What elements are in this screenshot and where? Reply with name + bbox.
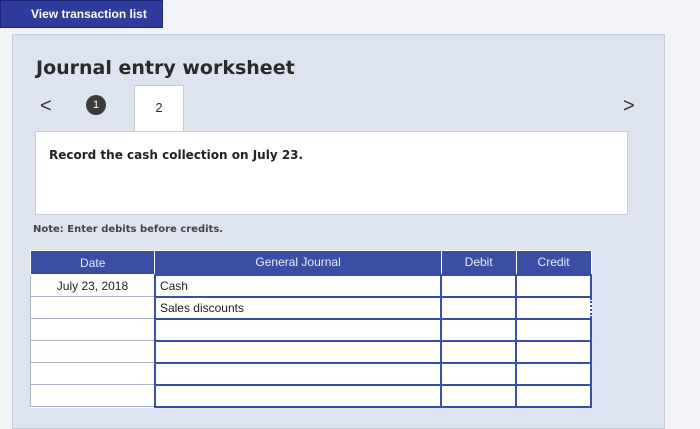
- debit-input[interactable]: [440, 361, 518, 386]
- header-general-journal: General Journal: [154, 250, 442, 275]
- table-row: [29, 339, 592, 364]
- account-cell[interactable]: Sales discounts: [153, 295, 443, 320]
- header-debit: Debit: [440, 250, 517, 275]
- account-cell[interactable]: Cash: [153, 273, 443, 298]
- date-cell[interactable]: [29, 296, 156, 319]
- account-cell[interactable]: [153, 317, 443, 342]
- step-1-button[interactable]: 1: [86, 95, 106, 115]
- table-row: [29, 317, 592, 342]
- table-row: July 23, 2018 Cash: [29, 273, 592, 298]
- account-cell[interactable]: [153, 383, 443, 408]
- debit-input[interactable]: [440, 273, 518, 298]
- credit-input[interactable]: [515, 361, 592, 386]
- view-transaction-list-button[interactable]: View transaction list: [0, 0, 163, 28]
- date-cell[interactable]: [29, 362, 156, 385]
- date-cell[interactable]: [29, 318, 156, 341]
- credit-input[interactable]: [515, 339, 592, 364]
- chevron-right-icon[interactable]: >: [623, 95, 635, 118]
- date-cell[interactable]: [29, 340, 156, 363]
- debit-input[interactable]: [440, 295, 518, 320]
- worksheet-panel: Journal entry worksheet < 1 2 > Record t…: [12, 34, 665, 429]
- account-cell[interactable]: [153, 339, 443, 364]
- debit-input[interactable]: [440, 339, 518, 364]
- date-cell[interactable]: [29, 384, 156, 407]
- credit-input[interactable]: [515, 295, 592, 320]
- table-row: [29, 361, 592, 386]
- prompt-text: Record the cash collection on July 23.: [49, 148, 304, 162]
- journal-table: Date General Journal Debit Credit July 2…: [29, 250, 592, 408]
- credit-input[interactable]: [515, 273, 592, 298]
- account-cell[interactable]: [153, 361, 443, 386]
- chevron-left-icon[interactable]: <: [40, 95, 52, 118]
- debit-input[interactable]: [440, 383, 518, 408]
- note-text: Note: Enter debits before credits.: [33, 224, 224, 235]
- credit-input[interactable]: [515, 383, 592, 408]
- date-cell[interactable]: July 23, 2018: [29, 274, 156, 297]
- prompt-box: Record the cash collection on July 23.: [35, 131, 628, 215]
- table-row: [29, 383, 592, 408]
- header-credit: Credit: [515, 250, 592, 275]
- table-header-row: Date General Journal Debit Credit: [29, 250, 592, 275]
- credit-input[interactable]: [515, 317, 592, 342]
- header-date: Date: [29, 250, 156, 275]
- tab-step-2[interactable]: 2: [134, 85, 184, 133]
- debit-input[interactable]: [440, 317, 518, 342]
- worksheet-title: Journal entry worksheet: [36, 57, 295, 79]
- table-row: Sales discounts: [29, 295, 592, 320]
